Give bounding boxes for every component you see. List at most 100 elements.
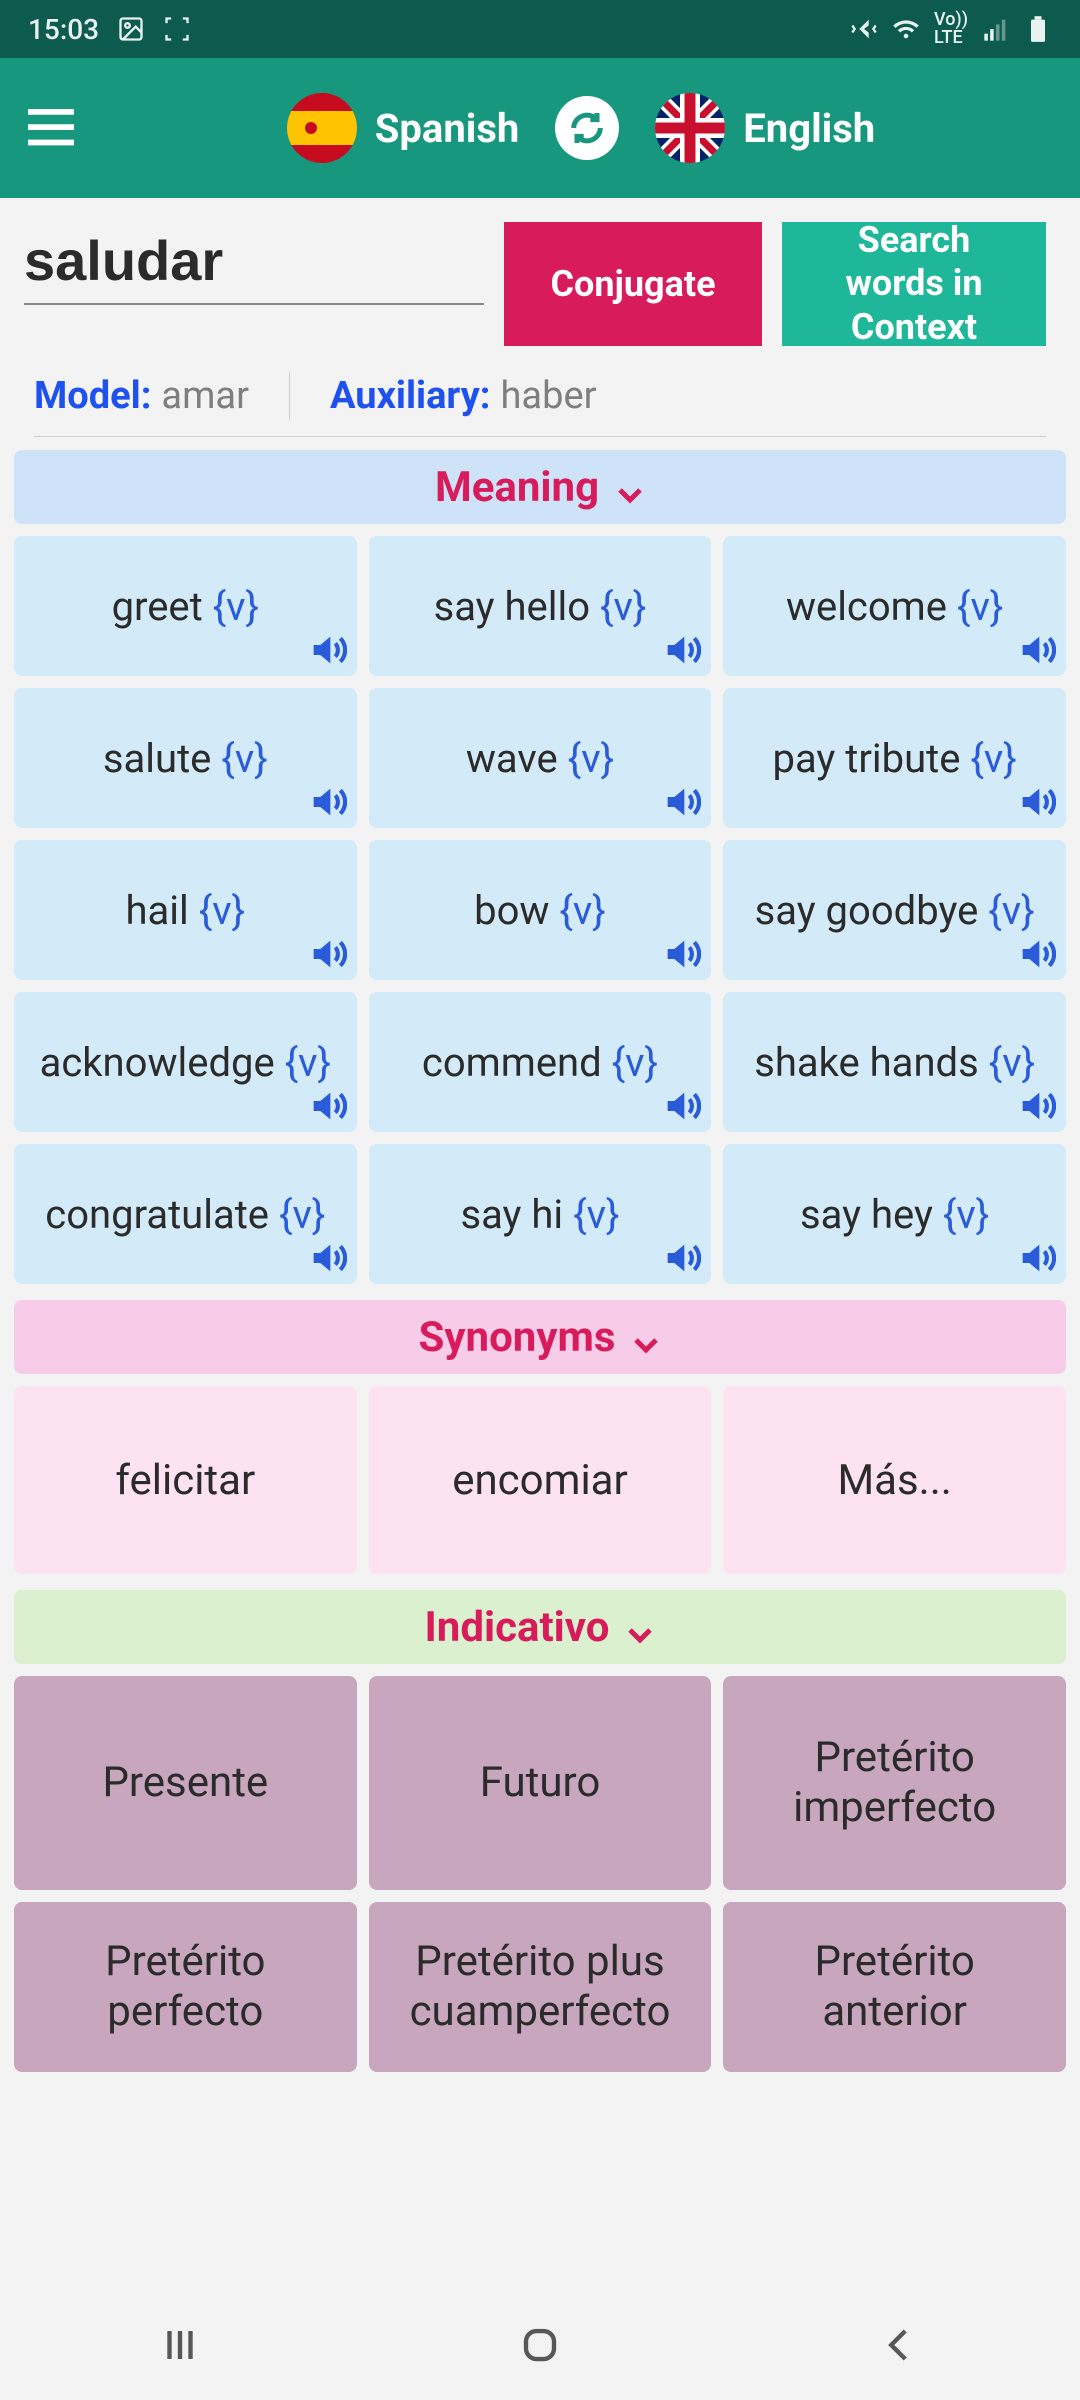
chevron-down-icon [631,1322,661,1352]
tense-card[interactable]: Futuro [369,1676,712,1890]
audio-icon[interactable] [1016,630,1056,670]
chevron-down-icon [615,472,645,502]
image-icon [117,15,145,43]
audio-icon[interactable] [661,782,701,822]
audio-icon[interactable] [1016,1238,1056,1278]
audio-icon[interactable] [307,1238,347,1278]
android-nav-bar [0,2290,1080,2400]
tense-card[interactable]: Pretérito anterior [723,1902,1066,2072]
meaning-card[interactable]: say hey {v} [723,1144,1066,1284]
lte-icon: Vo))LTE [934,11,968,47]
meaning-text: commend {v} [422,1039,658,1086]
meaning-text: wave {v} [466,735,614,782]
status-left: 15:03 [28,13,191,46]
meaning-text: greet {v} [112,583,260,630]
status-right: Vo))LTE [850,11,1052,47]
chevron-down-icon [625,1612,655,1642]
meaning-text: say goodbye {v} [755,887,1035,934]
back-icon[interactable] [879,2324,921,2366]
indicativo-label: Indicativo [425,1603,610,1652]
meaning-text: pay tribute {v} [772,735,1016,782]
swap-languages-button[interactable] [555,96,619,160]
meaning-text: acknowledge {v} [40,1039,331,1086]
meaning-text: salute {v} [103,735,268,782]
app-bar: Spanish English [0,58,1080,198]
synonyms-grid: felicitarencomiarMás... [0,1386,1080,1574]
meaning-card[interactable]: wave {v} [369,688,712,828]
audio-icon[interactable] [661,1238,701,1278]
meaning-card[interactable]: welcome {v} [723,536,1066,676]
meaning-card[interactable]: say hi {v} [369,1144,712,1284]
audio-icon[interactable] [661,1086,701,1126]
meaning-text: say hey {v} [800,1191,989,1238]
meaning-text: congratulate {v} [45,1191,325,1238]
meaning-card[interactable]: congratulate {v} [14,1144,357,1284]
audio-icon[interactable] [661,630,701,670]
home-icon[interactable] [519,2324,561,2366]
spain-flag-icon [287,93,357,163]
wifi-icon [892,15,920,43]
target-language[interactable]: English [655,93,875,163]
meaning-card[interactable]: say goodbye {v} [723,840,1066,980]
audio-icon[interactable] [307,1086,347,1126]
auxiliary-value[interactable]: haber [501,374,597,418]
model-label: Model: [34,374,151,418]
synonym-card[interactable]: felicitar [14,1386,357,1574]
meaning-card[interactable]: commend {v} [369,992,712,1132]
meaning-section-header[interactable]: Meaning [14,450,1066,524]
audio-icon[interactable] [1016,782,1056,822]
synonyms-section-header[interactable]: Synonyms [14,1300,1066,1374]
source-language[interactable]: Spanish [287,93,520,163]
audio-icon[interactable] [307,630,347,670]
meaning-text: bow {v} [474,887,606,934]
search-row: Conjugate Search words in Context [0,198,1080,356]
tense-card[interactable]: Pretérito plus cuamperfecto [369,1902,712,2072]
recent-apps-icon[interactable] [159,2324,201,2366]
tense-grid: PresenteFuturoPretérito imperfecto [0,1676,1080,1890]
meaning-card[interactable]: salute {v} [14,688,357,828]
conjugate-button[interactable]: Conjugate [504,222,762,346]
audio-icon[interactable] [1016,934,1056,974]
search-context-button[interactable]: Search words in Context [782,222,1046,346]
meanings-grid: greet {v} say hello {v} welcome {v} salute … [0,536,1080,1284]
meaning-card[interactable]: hail {v} [14,840,357,980]
meaning-label: Meaning [435,463,599,512]
signal-icon [982,15,1010,43]
meaning-text: shake hands {v} [754,1039,1035,1086]
tense-card[interactable]: Pretérito imperfecto [723,1676,1066,1890]
synonyms-label: Synonyms [419,1313,616,1362]
audio-icon[interactable] [1016,1086,1056,1126]
synonym-card[interactable]: Más... [723,1386,1066,1574]
indicativo-section-header[interactable]: Indicativo [14,1590,1066,1664]
crop-icon [163,15,191,43]
status-time: 15:03 [28,13,99,46]
divider [289,372,290,420]
meaning-text: welcome {v} [786,583,1003,630]
tense-card[interactable]: Pretérito perfecto [14,1902,357,2072]
meaning-card[interactable]: say hello {v} [369,536,712,676]
meaning-card[interactable]: pay tribute {v} [723,688,1066,828]
meaning-card[interactable]: shake hands {v} [723,992,1066,1132]
audio-icon[interactable] [307,782,347,822]
meaning-card[interactable]: bow {v} [369,840,712,980]
meaning-text: say hello {v} [434,583,647,630]
audio-icon[interactable] [661,934,701,974]
search-input[interactable] [24,222,484,305]
synonym-card[interactable]: encomiar [369,1386,712,1574]
status-bar: 15:03 Vo))LTE [0,0,1080,58]
model-value[interactable]: amar [161,374,249,418]
uk-flag-icon [655,93,725,163]
tense-grid: Pretérito perfectoPretérito plus cuamper… [0,1902,1080,2072]
meaning-card[interactable]: acknowledge {v} [14,992,357,1132]
battery-icon [1024,15,1052,43]
meaning-text: say hi {v} [460,1191,619,1238]
menu-icon[interactable] [28,108,74,148]
main-content: Conjugate Search words in Context Model:… [0,198,1080,2290]
verb-meta: Model: amar Auxiliary: haber [0,356,1080,442]
meaning-text: hail {v} [126,887,246,934]
target-language-label: English [743,105,875,152]
audio-icon[interactable] [307,934,347,974]
source-language-label: Spanish [375,105,520,152]
meaning-card[interactable]: greet {v} [14,536,357,676]
tense-card[interactable]: Presente [14,1676,357,1890]
